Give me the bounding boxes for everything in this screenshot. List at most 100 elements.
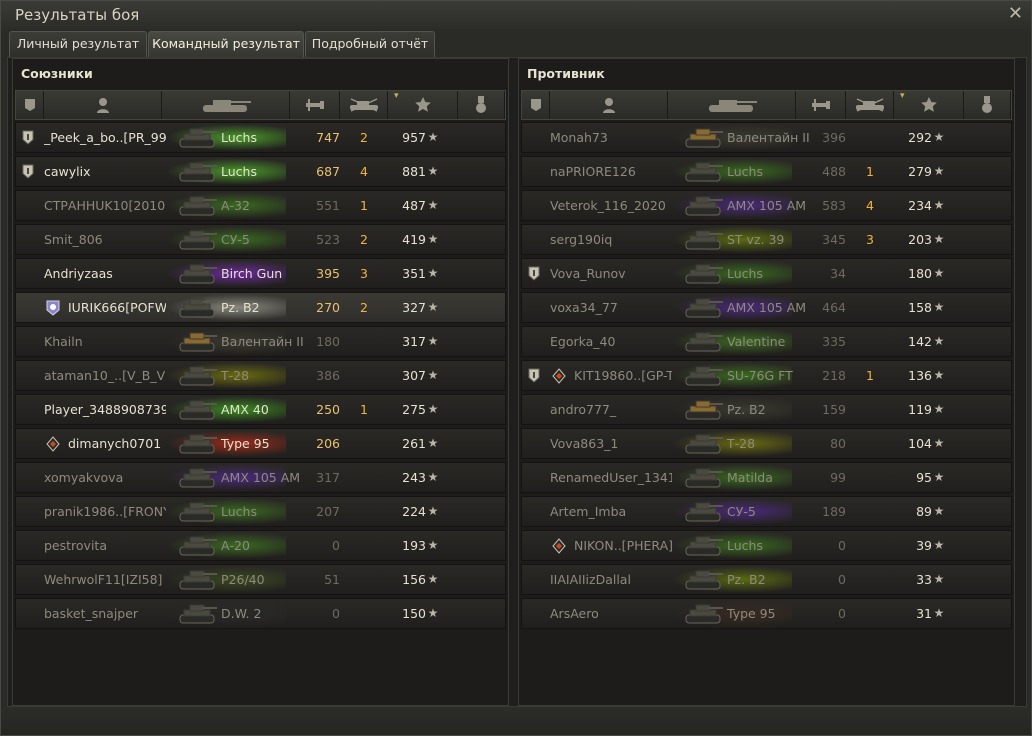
frags-icon[interactable] <box>846 91 894 119</box>
player-name[interactable]: _Peek_a_bo..[PR_99] <box>44 123 166 152</box>
damage-value: 335 <box>822 334 846 349</box>
vehicle-name: Valentine <box>727 334 786 349</box>
player-row[interactable]: andro777_ Pz. B2 159 119 ★ <box>521 394 1012 425</box>
player-name[interactable]: xomyakvova <box>44 463 166 492</box>
badge-icon[interactable] <box>16 91 44 119</box>
player-row[interactable]: IURIK666[POFW] Pz. B2 270 2 327 ★ <box>15 292 506 323</box>
tank-icon[interactable] <box>668 91 796 119</box>
player-name[interactable]: IIAIAIIizDallal <box>550 565 672 594</box>
player-row[interactable]: basket_snajper D.W. 2 0 150 ★ <box>15 598 506 629</box>
badge-icon[interactable] <box>522 91 550 119</box>
player-row[interactable]: _Peek_a_bo..[PR_99] Luchs 747 2 957 ★ <box>15 122 506 153</box>
player-name[interactable]: Vova863_1 <box>550 429 672 458</box>
player-name[interactable]: Vova_Runov <box>550 259 672 288</box>
player-name[interactable]: pestrovita <box>44 531 166 560</box>
player-name[interactable]: cawylix <box>44 157 166 186</box>
player-row[interactable]: xomyakvova AMX 105 AM 317 243 ★ <box>15 462 506 493</box>
bottom-bar <box>1 707 1031 735</box>
frags-value: 2 <box>360 232 368 247</box>
player-name[interactable]: KIT19860..[GP-T] <box>574 361 672 390</box>
xp-value: 89 <box>916 504 932 519</box>
xp-star-icon: ★ <box>933 368 945 382</box>
tab-detailed-report[interactable]: Подробный отчёт <box>305 31 435 57</box>
player-row[interactable]: ArsAero Type 95 0 31 ★ <box>521 598 1012 629</box>
player-row[interactable]: Egorka_40 Valentine 335 142 ★ <box>521 326 1012 357</box>
player-icon[interactable] <box>550 91 668 119</box>
player-name[interactable]: naPRIORE126 <box>550 157 672 186</box>
frags-value: 4 <box>866 198 874 213</box>
player-name[interactable]: NIKON..[PHERA] <box>574 531 672 560</box>
xp-star-icon[interactable]: ▾ <box>388 91 458 119</box>
player-name[interactable]: Andriyzaas <box>44 259 166 288</box>
player-name[interactable]: andro777_ <box>550 395 672 424</box>
frags-value: 1 <box>360 402 368 417</box>
player-name[interactable]: ArsAero <box>550 599 672 628</box>
damage-icon[interactable] <box>796 91 846 119</box>
player-row[interactable]: cawylix Luchs 687 4 881 ★ <box>15 156 506 187</box>
player-row[interactable]: WehrwolF11[IZI58] P26/40 51 156 ★ <box>15 564 506 595</box>
vehicle-name: Luchs <box>221 130 257 145</box>
player-name[interactable]: serg190iq <box>550 225 672 254</box>
damage-icon[interactable] <box>290 91 340 119</box>
player-name[interactable]: IURIK666[POFW] <box>68 293 166 322</box>
player-row[interactable]: naPRIORE126 Luchs 488 1 279 ★ <box>521 156 1012 187</box>
player-row[interactable]: Vova863_1 Т-28 80 104 ★ <box>521 428 1012 459</box>
player-row[interactable]: pestrovita А-20 0 193 ★ <box>15 530 506 561</box>
damage-value: 687 <box>316 164 340 179</box>
player-row[interactable]: IIAIAIIizDallal Pz. B2 0 33 ★ <box>521 564 1012 595</box>
player-name[interactable]: Player_3488908739 <box>44 395 166 424</box>
player-row[interactable]: Monah73 Валентайн II 396 292 ★ <box>521 122 1012 153</box>
frags-value <box>346 565 382 594</box>
xp-star-icon: ★ <box>933 164 945 178</box>
xp-star-icon[interactable]: ▾ <box>894 91 964 119</box>
player-row[interactable]: Player_3488908739 AMX 40 250 1 275 ★ <box>15 394 506 425</box>
player-row[interactable]: Khailn Валентайн II 180 317 ★ <box>15 326 506 357</box>
player-row[interactable]: Smit_806 СУ-5 523 2 419 ★ <box>15 224 506 255</box>
player-row[interactable]: RenamedUser_1341.. Matilda 99 95 ★ <box>521 462 1012 493</box>
player-row[interactable]: Artem_Imba СУ-5 189 89 ★ <box>521 496 1012 527</box>
player-row[interactable]: serg190iq ST vz. 39 345 3 203 ★ <box>521 224 1012 255</box>
player-row[interactable]: СТРАННUK10[2010] А-32 551 1 487 ★ <box>15 190 506 221</box>
medal-icon[interactable] <box>458 91 505 119</box>
xp-star-icon: ★ <box>933 232 945 246</box>
player-row[interactable]: dimanych0701 Type 95 206 261 ★ <box>15 428 506 459</box>
player-name[interactable]: RenamedUser_1341.. <box>550 463 672 492</box>
player-row[interactable]: Vova_Runov Luchs 34 180 ★ <box>521 258 1012 289</box>
player-name[interactable]: WehrwolF11[IZI58] <box>44 565 166 594</box>
player-row[interactable]: Veterok_116_2020 AMX 105 AM 583 4 234 ★ <box>521 190 1012 221</box>
xp-value: 317 <box>402 334 426 349</box>
player-name[interactable]: Monah73 <box>550 123 672 152</box>
player-name[interactable]: СТРАННUK10[2010] <box>44 191 166 220</box>
player-row[interactable]: KIT19860..[GP-T] SU-76G FT 218 1 136 ★ <box>521 360 1012 391</box>
player-name[interactable]: Artem_Imba <box>550 497 672 526</box>
xp-value: 261 <box>402 436 426 451</box>
player-name[interactable]: basket_snajper <box>44 599 166 628</box>
medal-icon[interactable] <box>964 91 1011 119</box>
tank-icon[interactable] <box>162 91 290 119</box>
player-row[interactable]: voxa34_77 AMX 105 AM 464 158 ★ <box>521 292 1012 323</box>
player-row[interactable]: Andriyzaas Birch Gun 395 3 351 ★ <box>15 258 506 289</box>
vehicle-name: Luchs <box>727 538 763 553</box>
damage-value: 207 <box>316 504 340 519</box>
xp-value: 33 <box>916 572 932 587</box>
player-name[interactable]: pranik1986..[FRONY] <box>44 497 166 526</box>
player-name[interactable]: Egorka_40 <box>550 327 672 356</box>
tab-team-result[interactable]: Командный результат <box>148 31 304 57</box>
player-name[interactable]: Smit_806 <box>44 225 166 254</box>
player-name[interactable]: ataman10_..[V_B_V] <box>44 361 166 390</box>
vehicle-name: Валентайн II <box>221 334 304 349</box>
tab-personal-result[interactable]: Личный результат <box>9 31 147 57</box>
player-name[interactable]: dimanych0701 <box>68 429 166 458</box>
xp-star-icon: ★ <box>933 266 945 280</box>
player-name[interactable]: voxa34_77 <box>550 293 672 322</box>
tank-icon <box>684 533 724 558</box>
player-row[interactable]: ataman10_..[V_B_V] Т-28 386 307 ★ <box>15 360 506 391</box>
player-icon[interactable] <box>44 91 162 119</box>
frags-icon[interactable] <box>340 91 388 119</box>
player-row[interactable]: NIKON..[PHERA] Luchs 0 39 ★ <box>521 530 1012 561</box>
player-name[interactable]: Veterok_116_2020 <box>550 191 672 220</box>
xp-star-icon: ★ <box>933 572 945 586</box>
player-name[interactable]: Khailn <box>44 327 166 356</box>
player-row[interactable]: pranik1986..[FRONY] Luchs 207 224 ★ <box>15 496 506 527</box>
close-icon[interactable]: ✕ <box>1008 3 1023 24</box>
